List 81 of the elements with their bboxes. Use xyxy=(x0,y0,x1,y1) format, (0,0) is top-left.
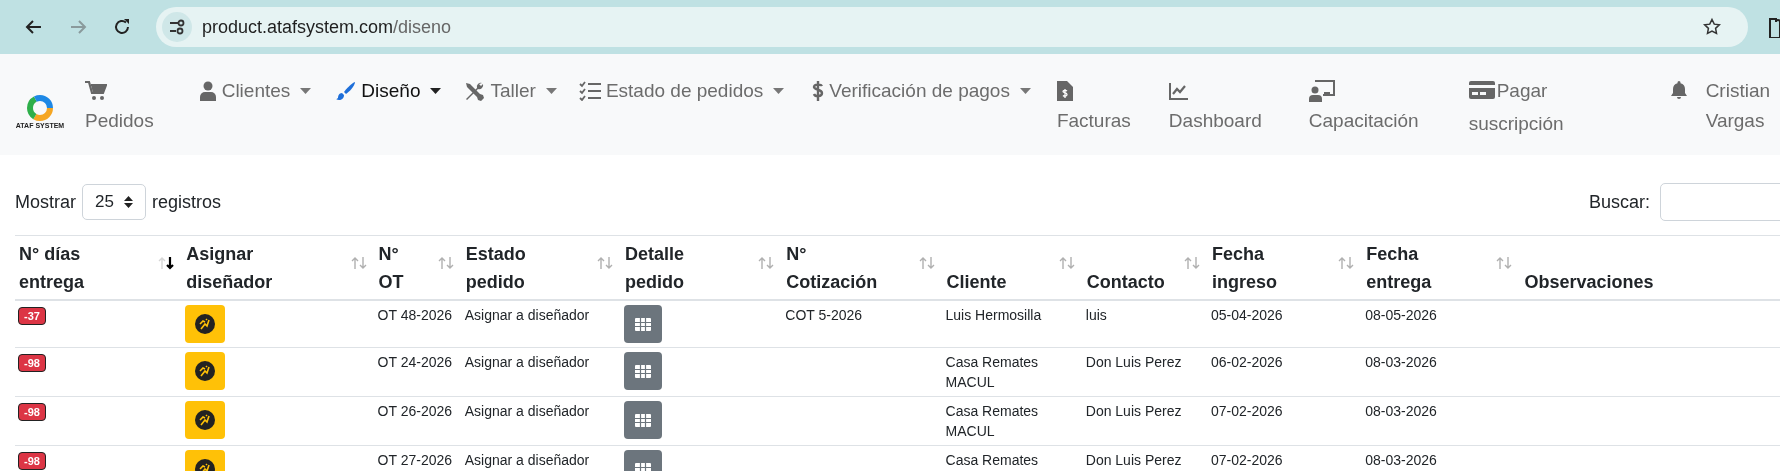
table-cell: 08-03-2026 xyxy=(1365,354,1437,370)
days-badge: -98 xyxy=(18,452,46,470)
table-cell: Don Luis Perez xyxy=(1085,403,1182,419)
nav-item[interactable]: Pagar suscripción xyxy=(1468,76,1579,139)
table-cell: Asignar a diseñador xyxy=(464,307,590,323)
order-detail-button[interactable] xyxy=(624,352,662,390)
days-badge: -37 xyxy=(18,307,46,325)
order-detail-button[interactable] xyxy=(624,401,662,439)
nav-item[interactable]: Dashboard xyxy=(1168,76,1262,136)
nav-item[interactable]: Verificación de pagos xyxy=(812,76,1031,106)
nav-item[interactable]: Estado de pedidos xyxy=(578,76,785,106)
records-label: registros xyxy=(152,191,222,213)
user-icon xyxy=(198,81,217,101)
table-cell: 08-03-2026 xyxy=(1365,452,1437,468)
days-badge: -98 xyxy=(18,403,46,421)
caret-icon xyxy=(545,88,557,94)
search-field[interactable] xyxy=(1660,183,1780,221)
address-bar[interactable]: product.atafsystem.com/diseno xyxy=(155,7,1749,47)
table-cell-text: Casa Remates MACUL xyxy=(945,353,1040,392)
table-cell: 06-02-2026 xyxy=(1210,354,1283,370)
column-header[interactable]: Contacto xyxy=(1086,268,1165,296)
caret-icon xyxy=(1019,88,1031,94)
column-header: Observaciones xyxy=(1524,271,1654,294)
table-cell-text: Luis Hermosilla xyxy=(945,306,1043,325)
logo-ring-icon xyxy=(26,94,54,122)
table-cell: OT 48-2026 xyxy=(377,307,453,323)
updown-icon xyxy=(124,195,133,209)
site-info-icon[interactable] xyxy=(161,12,192,42)
url-text: product.atafsystem.com/diseno xyxy=(201,16,452,38)
table-cell: COT 5-2026 xyxy=(785,307,863,323)
table-cell-text: Casa Remates MACUL xyxy=(945,402,1040,441)
table-cell: Don Luis Perez xyxy=(1085,354,1182,370)
assign-designer-button[interactable] xyxy=(185,401,226,439)
search-label: Buscar: xyxy=(1588,191,1650,213)
table-cell-text: Casa Remates xyxy=(945,451,1040,470)
column-header[interactable]: Fecha entrega xyxy=(1366,240,1432,296)
caret-icon xyxy=(430,88,442,94)
page-size-select[interactable]: 25 xyxy=(82,184,146,220)
column-header[interactable]: N° Cotización xyxy=(786,240,878,296)
table-cell: 07-02-2026 xyxy=(1210,452,1283,468)
column-header[interactable]: Detalle pedido xyxy=(625,240,685,296)
checklist-icon xyxy=(578,81,601,101)
days-badge: -98 xyxy=(18,354,46,372)
brush-icon xyxy=(336,81,357,101)
nav-item[interactable]: Taller xyxy=(463,76,557,106)
dollar-icon xyxy=(812,80,825,102)
table-cell: 08-05-2026 xyxy=(1365,307,1437,323)
table-cell: Asignar a diseñador xyxy=(464,403,590,419)
table-cell: Asignar a diseñador xyxy=(464,452,590,468)
nav-item[interactable]: Capacitación xyxy=(1308,76,1419,136)
assign-designer-button[interactable] xyxy=(185,352,226,390)
table-icon xyxy=(635,413,651,427)
nav-item[interactable]: Diseño xyxy=(336,76,442,106)
column-header[interactable]: N° días entrega xyxy=(19,240,85,296)
table-cell: 05-04-2026 xyxy=(1210,307,1283,323)
table-cell: Asignar a diseñador xyxy=(464,354,590,370)
show-label: Mostrar xyxy=(15,191,76,213)
assign-designer-button[interactable] xyxy=(185,305,226,343)
column-header[interactable]: Estado pedido xyxy=(465,240,526,296)
caret-icon xyxy=(300,88,312,94)
table-cell: OT 24-2026 xyxy=(377,354,453,370)
nav-item[interactable]: Clientes xyxy=(198,76,312,106)
table-cell: luis xyxy=(1085,307,1107,323)
sort-icon[interactable] xyxy=(158,256,175,270)
table-icon xyxy=(635,317,651,331)
column-header[interactable]: Asignar diseñador xyxy=(186,240,273,296)
column-header[interactable]: N° OT xyxy=(378,240,404,296)
table-cell: OT 27-2026 xyxy=(377,452,453,468)
order-detail-button[interactable] xyxy=(624,305,662,343)
table-cell: 07-02-2026 xyxy=(1210,403,1283,419)
star-icon[interactable] xyxy=(1702,17,1723,37)
nav-item[interactable]: Facturas xyxy=(1056,76,1131,136)
table-icon xyxy=(635,364,651,378)
tools-icon xyxy=(463,80,486,102)
table-cell: Don Luis Perez xyxy=(1085,452,1182,468)
table-cell: OT 26-2026 xyxy=(377,403,453,419)
column-header[interactable]: Cliente xyxy=(946,268,1007,296)
column-header[interactable]: Fecha ingreso xyxy=(1211,240,1277,296)
table-cell: 08-03-2026 xyxy=(1365,403,1437,419)
caret-icon xyxy=(773,88,785,94)
nav-item[interactable]: Pedidos xyxy=(85,76,154,136)
